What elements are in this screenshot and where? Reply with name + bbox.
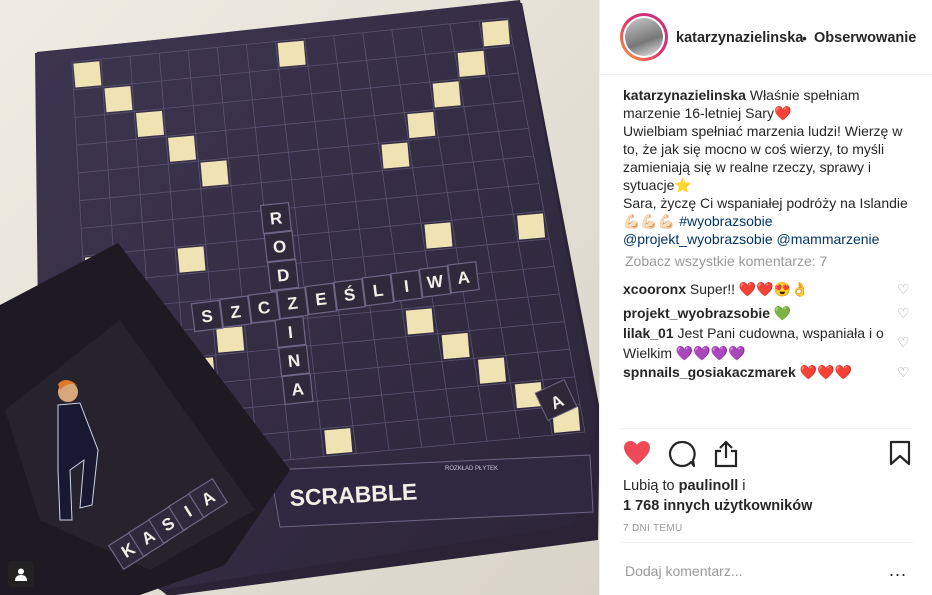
letter-tile: S	[190, 299, 224, 333]
premium-square	[168, 135, 197, 162]
caption-text-2: Uwielbiam spełniać marzenia ludzi! Wierz…	[623, 123, 903, 193]
follow-button[interactable]: Obserwowanie	[814, 30, 916, 46]
letter-tile: N	[277, 344, 311, 377]
comment-text: 💚	[770, 305, 792, 321]
post-header: katarzynazielinska • Obserwowanie	[600, 0, 932, 75]
more-options-button[interactable]: ...	[889, 560, 907, 581]
scrabble-photo: ROZKŁAD PŁYTEK SCRABBLE RODZINA SZCZEŚLI…	[0, 0, 599, 595]
tile-letter: C	[257, 298, 272, 318]
letter-tile: A	[447, 261, 480, 294]
tile-letter: N	[287, 351, 301, 371]
caption-username[interactable]: katarzynazielinska	[623, 87, 746, 103]
view-all-comments[interactable]: Zobacz wszystkie komentarze: 7	[625, 253, 827, 269]
comment-text: Super!! ❤️❤️😍👌	[686, 281, 809, 297]
premium-square	[104, 86, 133, 113]
letter-tile: D	[267, 258, 300, 292]
tile-letter: Ś	[343, 285, 357, 305]
letter-tile: C	[247, 291, 281, 324]
comment-like-icon[interactable]: ♡	[897, 281, 910, 298]
avatar[interactable]	[620, 13, 668, 61]
comment-username[interactable]: lilak_01	[623, 325, 674, 341]
comment: projekt_wyobrazsobie 💚	[623, 303, 893, 323]
avatar-image	[625, 18, 663, 56]
comment: xcooronx Super!! ❤️❤️😍👌	[623, 279, 893, 299]
premium-square	[200, 160, 229, 187]
premium-square	[424, 222, 453, 249]
share-icon[interactable]	[713, 440, 739, 468]
premium-square	[277, 40, 306, 67]
comment-like-icon[interactable]: ♡	[897, 305, 910, 322]
premium-square	[405, 308, 434, 335]
letter-tile: Z	[219, 295, 252, 328]
post-timestamp[interactable]: 7 DNI TEMU	[623, 523, 683, 534]
tile-letter: O	[272, 237, 287, 257]
likes-user[interactable]: paulinoll	[679, 478, 739, 494]
likes-count[interactable]: 1 768 innych użytkowników	[623, 498, 812, 514]
premium-square	[407, 111, 436, 139]
person-icon	[15, 568, 27, 581]
premium-square	[517, 213, 546, 240]
premium-square	[441, 332, 470, 360]
mention-link-2[interactable]: @mammarzenie	[777, 231, 880, 247]
tile-letter: S	[200, 306, 214, 326]
comment-text: ❤️❤️❤️	[795, 364, 852, 380]
tile-letter: E	[314, 289, 328, 309]
comment-username[interactable]: spnnails_gosiakaczmarek	[623, 364, 796, 380]
premium-square	[73, 61, 102, 88]
likes-summary: Lubią to paulinoll i 1 768 innych użytko…	[623, 476, 812, 516]
premium-square	[478, 357, 506, 384]
post-photo[interactable]: ROZKŁAD PŁYTEK SCRABBLE RODZINA SZCZEŚLI…	[0, 0, 599, 595]
divider	[620, 542, 913, 543]
likes-prefix: Lubią to	[623, 478, 679, 494]
post-sidebar: katarzynazielinska • Obserwowanie katarz…	[599, 0, 932, 595]
letter-tile: R	[259, 201, 293, 235]
post-caption: katarzynazielinska Właśnie spełniam marz…	[623, 86, 913, 248]
letter-tile: W	[418, 265, 452, 298]
letter-tile: L	[361, 273, 395, 307]
likes-mid: i	[738, 478, 746, 494]
premium-square	[481, 20, 510, 47]
tile-letter: A	[291, 379, 305, 399]
letter-tile: O	[263, 230, 296, 263]
mention-link-1[interactable]: @projekt_wyobrazsobie	[623, 231, 773, 247]
header-username[interactable]: katarzynazielinska	[676, 30, 803, 46]
premium-square	[136, 110, 164, 138]
letter-tile: Z	[276, 286, 309, 320]
comment-input[interactable]: Dodaj komentarz...	[625, 563, 743, 579]
premium-square	[381, 142, 410, 169]
premium-square	[432, 81, 461, 108]
comment-username[interactable]: xcooronx	[623, 281, 686, 297]
hashtag-link[interactable]: #wyobrazsobie	[679, 213, 772, 229]
tagged-user-button[interactable]	[8, 561, 34, 587]
table-header: ROZKŁAD PŁYTEK	[445, 466, 498, 472]
premium-square	[216, 326, 245, 353]
comment-icon[interactable]	[668, 440, 696, 468]
tile-letter: A	[456, 268, 471, 288]
letter-tile: A	[281, 372, 314, 406]
bookmark-icon[interactable]	[889, 440, 911, 466]
letter-tile: E	[304, 282, 338, 316]
letter-tile: I	[390, 269, 423, 303]
comment: lilak_01 Jest Pani cudowna, wspaniała i …	[623, 323, 893, 363]
comment-like-icon[interactable]: ♡	[897, 334, 910, 351]
letter-tile: Ś	[333, 278, 366, 311]
divider	[620, 428, 913, 429]
premium-square	[324, 428, 353, 455]
letter-tile: I	[274, 315, 307, 349]
tile-letter: R	[269, 208, 283, 228]
premium-square	[457, 50, 486, 77]
tile-letter: D	[276, 265, 290, 285]
comment: spnnails_gosiakaczmarek ❤️❤️❤️	[623, 362, 913, 382]
heart-filled-icon[interactable]	[623, 440, 651, 466]
comment-like-icon[interactable]: ♡	[897, 364, 910, 381]
premium-square	[177, 246, 206, 273]
header-separator: •	[802, 30, 807, 46]
comment-username[interactable]: projekt_wyobrazsobie	[623, 305, 770, 321]
